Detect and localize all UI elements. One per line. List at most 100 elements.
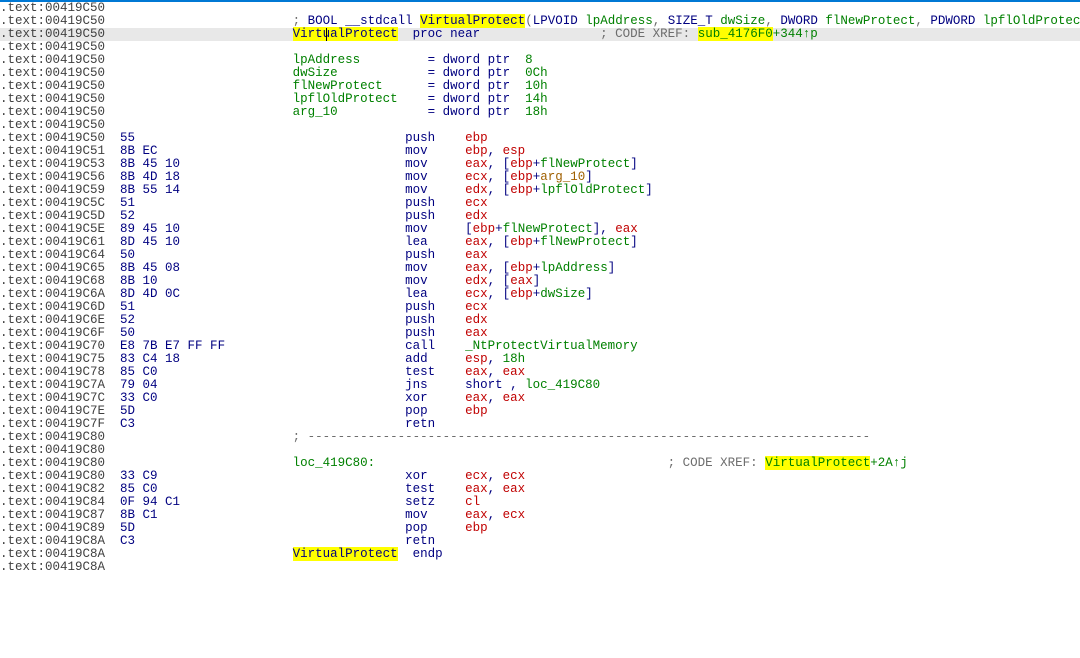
xref-link[interactable]: VirtualProtect: [765, 456, 870, 470]
opcode-bytes: 55: [120, 131, 135, 145]
segment-address: .text:00419C80: [0, 443, 105, 457]
opcode-bytes: 8D 4D 0C: [120, 287, 180, 301]
segment-address: .text:00419C53: [0, 157, 105, 171]
mnemonic: jns: [405, 378, 428, 392]
segment-address: .text:00419C7F: [0, 417, 105, 431]
segment-address: .text:00419C50: [0, 79, 105, 93]
segment-address: .text:00419C7A: [0, 378, 105, 392]
mnemonic: pop: [405, 404, 428, 418]
opcode-bytes: 51: [120, 300, 135, 314]
segment-address: .text:00419C5D: [0, 209, 105, 223]
mnemonic: push: [405, 313, 435, 327]
mnemonic: xor: [405, 391, 428, 405]
mnemonic: push: [405, 196, 435, 210]
segment-address: .text:00419C6D: [0, 300, 105, 314]
code-label[interactable]: loc_419C80:: [293, 456, 376, 470]
xref-link[interactable]: sub_4176F0: [698, 27, 773, 41]
segment-address: .text:00419C50: [0, 27, 105, 41]
opcode-bytes: 79 04: [120, 378, 158, 392]
opcode-bytes: 33 C9: [120, 469, 158, 483]
opcode-bytes: 85 C0: [120, 482, 158, 496]
opcode-bytes: 52: [120, 209, 135, 223]
stack-arg-name: lpflOldProtect: [293, 92, 398, 106]
opcode-bytes: 50: [120, 326, 135, 340]
segment-address: .text:00419C7E: [0, 404, 105, 418]
segment-address: .text:00419C5E: [0, 222, 105, 236]
disasm-line[interactable]: .text:00419C8A: [0, 561, 1080, 574]
segment-address: .text:00419C50: [0, 40, 105, 54]
opcode-bytes: 5D: [120, 521, 135, 535]
segment-address: .text:00419C5C: [0, 196, 105, 210]
opcode-bytes: 5D: [120, 404, 135, 418]
mnemonic: xor: [405, 469, 428, 483]
disasm-line[interactable]: .text:00419C80 ; -----------------------…: [0, 431, 1080, 444]
stack-arg-name: flNewProtect: [293, 79, 383, 93]
mnemonic: add: [405, 352, 428, 366]
segment-address: .text:00419C64: [0, 248, 105, 262]
segment-address: .text:00419C56: [0, 170, 105, 184]
mnemonic: push: [405, 248, 435, 262]
segment-address: .text:00419C89: [0, 521, 105, 535]
mnemonic: mov: [405, 183, 428, 197]
segment-address: .text:00419C59: [0, 183, 105, 197]
mnemonic: call: [405, 339, 435, 353]
segment-address: .text:00419C70: [0, 339, 105, 353]
segment-address: .text:00419C78: [0, 365, 105, 379]
segment-address: .text:00419C87: [0, 508, 105, 522]
segment-address: .text:00419C8A: [0, 560, 105, 574]
segment-address: .text:00419C51: [0, 144, 105, 158]
function-name-highlight: VirtualProtect: [420, 14, 525, 28]
opcode-bytes: 50: [120, 248, 135, 262]
opcode-bytes: 33 C0: [120, 391, 158, 405]
mnemonic: mov: [405, 144, 428, 158]
opcode-bytes: C3: [120, 534, 135, 548]
segment-address: .text:00419C82: [0, 482, 105, 496]
opcode-bytes: 89 45 10: [120, 222, 180, 236]
mnemonic: push: [405, 131, 435, 145]
opcode-bytes: 0F 94 C1: [120, 495, 180, 509]
mnemonic: push: [405, 300, 435, 314]
disasm-line[interactable]: .text:00419C8A VirtualProtect endp: [0, 548, 1080, 561]
mnemonic: retn: [405, 534, 435, 548]
opcode-bytes: 8B 4D 18: [120, 170, 180, 184]
opcode-bytes: 8D 45 10: [120, 235, 180, 249]
opcode-bytes: 85 C0: [120, 365, 158, 379]
function-name-highlight: VirtualProtect: [293, 27, 398, 41]
stack-arg-name: dwSize: [293, 66, 338, 80]
disasm-line[interactable]: .text:00419C50 VirtualProtect proc near …: [0, 28, 1080, 41]
opcode-bytes: 8B 10: [120, 274, 158, 288]
opcode-bytes: 8B C1: [120, 508, 158, 522]
mnemonic: push: [405, 209, 435, 223]
mnemonic: lea: [405, 287, 428, 301]
opcode-bytes: 52: [120, 313, 135, 327]
mnemonic: test: [405, 482, 435, 496]
disasm-line[interactable]: .text:00419C50 arg_10 = dword ptr 18h: [0, 106, 1080, 119]
opcode-bytes: 8B 45 08: [120, 261, 180, 275]
mnemonic: push: [405, 326, 435, 340]
mnemonic: mov: [405, 222, 428, 236]
segment-address: .text:00419C8A: [0, 534, 105, 548]
opcode-bytes: 8B 45 10: [120, 157, 180, 171]
mnemonic: mov: [405, 157, 428, 171]
opcode-bytes: 8B EC: [120, 144, 158, 158]
mnemonic: pop: [405, 521, 428, 535]
segment-address: .text:00419C65: [0, 261, 105, 275]
disassembly-listing[interactable]: .text:00419C50 .text:00419C50 ; BOOL __s…: [0, 2, 1080, 574]
segment-address: .text:00419C80: [0, 430, 105, 444]
text-cursor: [326, 28, 327, 41]
opcode-bytes: E8 7B E7 FF FF: [120, 339, 225, 353]
opcode-bytes: C3: [120, 417, 135, 431]
segment-address: .text:00419C50: [0, 1, 105, 15]
mnemonic: setz: [405, 495, 435, 509]
segment-address: .text:00419C7C: [0, 391, 105, 405]
segment-address: .text:00419C68: [0, 274, 105, 288]
mnemonic: mov: [405, 274, 428, 288]
opcode-bytes: 51: [120, 196, 135, 210]
opcode-bytes: 8B 55 14: [120, 183, 180, 197]
segment-address: .text:00419C6E: [0, 313, 105, 327]
segment-address: .text:00419C80: [0, 469, 105, 483]
mnemonic: mov: [405, 170, 428, 184]
mnemonic: test: [405, 365, 435, 379]
mnemonic: mov: [405, 261, 428, 275]
segment-address: .text:00419C6F: [0, 326, 105, 340]
